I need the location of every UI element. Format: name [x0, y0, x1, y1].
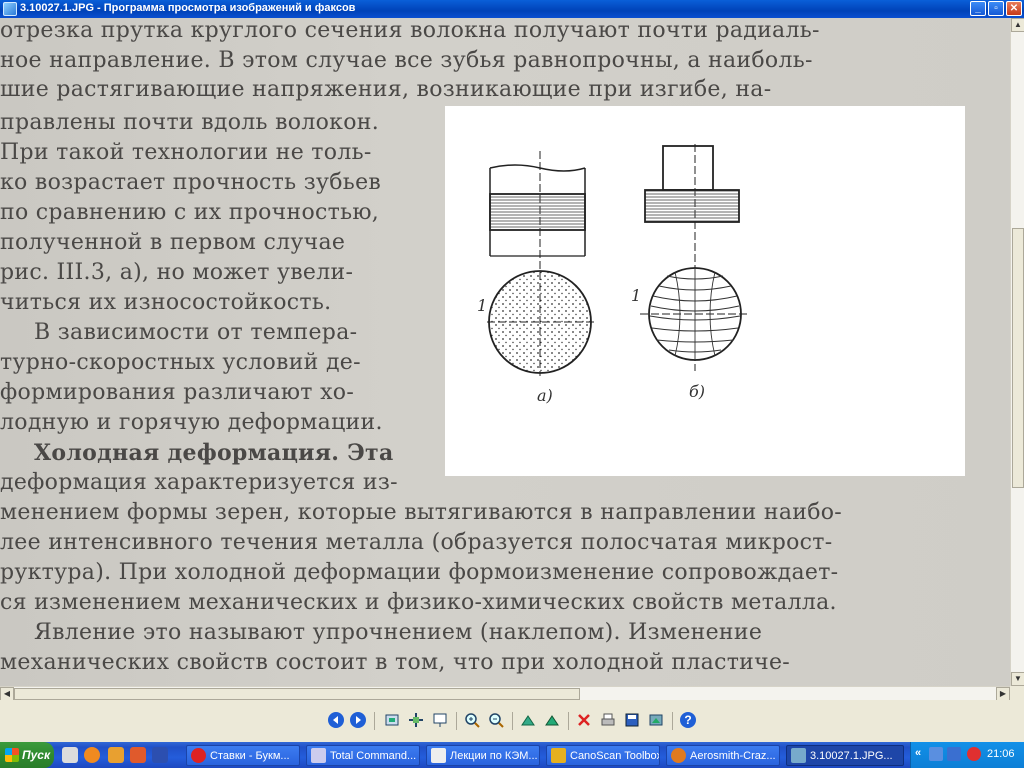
taskbar-task[interactable]: Лекции по КЭМ... [426, 745, 540, 766]
figure-marker-a: 1 [477, 296, 488, 315]
delete-icon[interactable] [576, 712, 592, 728]
floppy-disk-icon[interactable] [152, 747, 168, 763]
network-icon[interactable] [929, 747, 943, 761]
taskbar: Пуск Ставки - Букм... Total Command... Л… [0, 742, 1024, 768]
start-button[interactable]: Пуск [0, 742, 54, 768]
save-icon[interactable] [624, 712, 640, 728]
text-line: по сравнению с их прочностью, [0, 200, 380, 225]
text-line: лее интенсивного течения металла (образу… [0, 530, 833, 555]
text-line: ся изменением механических и физико-хими… [0, 590, 837, 615]
title-bar[interactable]: 3.10027.1.JPG - Программа просмотра изоб… [0, 0, 1024, 18]
text-line: ное направление. В этом случае все зубья… [0, 48, 813, 73]
maximize-button[interactable]: ▫ [988, 1, 1004, 16]
vertical-scrollbar[interactable]: ▲ ▼ [1010, 18, 1024, 686]
total-commander-icon [311, 748, 326, 763]
rotate-clockwise-button[interactable] [520, 712, 536, 728]
zoom-in-button[interactable] [464, 712, 480, 728]
text-line: механических свойств состоит в том, что … [0, 650, 791, 675]
quicklaunch-app-icon[interactable] [130, 747, 146, 763]
figure-label-b: б) [689, 382, 706, 401]
text-line: рис. III.3, а), но может увели- [0, 260, 354, 285]
system-tray: « 21:06 [910, 742, 1024, 768]
start-label: Пуск [22, 748, 51, 762]
help-icon[interactable]: ? [680, 712, 696, 728]
print-icon[interactable] [600, 712, 616, 728]
opera-icon [191, 748, 206, 763]
text-line: турно-скоростных условий де- [0, 350, 361, 375]
slideshow-button[interactable] [432, 712, 448, 728]
taskbar-task[interactable]: Total Command... [306, 745, 420, 766]
word-icon [431, 748, 446, 763]
image-viewer-icon [791, 748, 806, 763]
text-line: Холодная деформация. Эта [34, 440, 394, 466]
viewer-toolbar: ? [0, 700, 1024, 742]
text-line: лодную и горячую деформации. [0, 410, 383, 435]
text-line: шие растягивающие напряжения, возникающи… [0, 77, 772, 102]
edit-image-icon[interactable] [648, 712, 664, 728]
firefox-icon[interactable] [84, 747, 100, 763]
text-line: формирования различают хо- [0, 380, 355, 405]
horizontal-scrollbar[interactable]: ◀ ▶ [0, 686, 1010, 701]
text-line: полученной в первом случае [0, 230, 346, 255]
scroll-left-button[interactable]: ◀ [0, 687, 14, 701]
rotate-counterclockwise-button[interactable] [544, 712, 560, 728]
tray-expand-button[interactable]: « [915, 747, 921, 759]
figure-marker-b: 1 [631, 286, 642, 305]
scroll-up-button[interactable]: ▲ [1011, 18, 1024, 32]
quicklaunch-app-icon[interactable] [108, 747, 124, 763]
text-line: Явление это называют упрочнением (наклеп… [34, 620, 763, 645]
text-line: читься их износостойкость. [0, 290, 332, 315]
figure-gear-fibers: а) б) 1 1 [445, 106, 965, 476]
winamp-icon [671, 748, 686, 763]
best-fit-button[interactable] [384, 712, 400, 728]
text-line: руктура). При холодной деформации формои… [0, 560, 839, 585]
drawing-b [640, 144, 750, 371]
antivirus-icon[interactable] [967, 747, 981, 761]
text-line: ко возрастает прочность зубьев [0, 170, 382, 195]
taskbar-task[interactable]: CanoScan Toolbox [546, 745, 660, 766]
toolbar-separator [568, 712, 569, 730]
image-viewport[interactable]: отрезка прутка круглого сечения волокна … [0, 18, 1010, 686]
vertical-scroll-thumb[interactable] [1012, 228, 1024, 488]
drawing-a [487, 151, 597, 376]
clock: 21:06 [987, 748, 1015, 760]
close-button[interactable]: ✕ [1006, 1, 1022, 16]
taskbar-task-active[interactable]: 3.10027.1.JPG... [786, 745, 904, 766]
figure-label-a: а) [537, 386, 553, 405]
actual-size-button[interactable] [408, 712, 424, 728]
zoom-out-button[interactable] [488, 712, 504, 728]
window-title: 3.10027.1.JPG - Программа просмотра изоб… [20, 2, 356, 14]
scroll-down-button[interactable]: ▼ [1011, 672, 1024, 686]
text-line: При такой технологии не толь- [0, 140, 372, 165]
text-line: правлены почти вдоль волокон. [0, 110, 380, 135]
image-viewer-icon [3, 2, 17, 16]
toolbar-separator [672, 712, 673, 730]
network-icon[interactable] [947, 747, 961, 761]
text-line: деформация характеризуется из- [0, 470, 398, 495]
scanned-page: отрезка прутка круглого сечения волокна … [0, 18, 1010, 686]
minimize-button[interactable]: _ [970, 1, 986, 16]
toolbar-separator [512, 712, 513, 730]
text-line: менением формы зерен, которые вытягивают… [0, 500, 843, 525]
scroll-right-button[interactable]: ▶ [996, 687, 1010, 701]
toolbar-separator [456, 712, 457, 730]
show-desktop-icon[interactable] [62, 747, 78, 763]
app-window: 3.10027.1.JPG - Программа просмотра изоб… [0, 0, 1024, 768]
taskbar-task[interactable]: Ставки - Букм... [186, 745, 300, 766]
horizontal-scroll-thumb[interactable] [14, 688, 580, 700]
toolbar-separator [374, 712, 375, 730]
previous-image-button[interactable] [328, 712, 344, 728]
windows-logo-icon [5, 748, 19, 762]
text-line: отрезка прутка круглого сечения волокна … [0, 18, 820, 43]
canoscan-icon [551, 748, 566, 763]
next-image-button[interactable] [350, 712, 366, 728]
text-line: В зависимости от темпера- [34, 320, 358, 345]
taskbar-task[interactable]: Aerosmith-Craz... [666, 745, 780, 766]
